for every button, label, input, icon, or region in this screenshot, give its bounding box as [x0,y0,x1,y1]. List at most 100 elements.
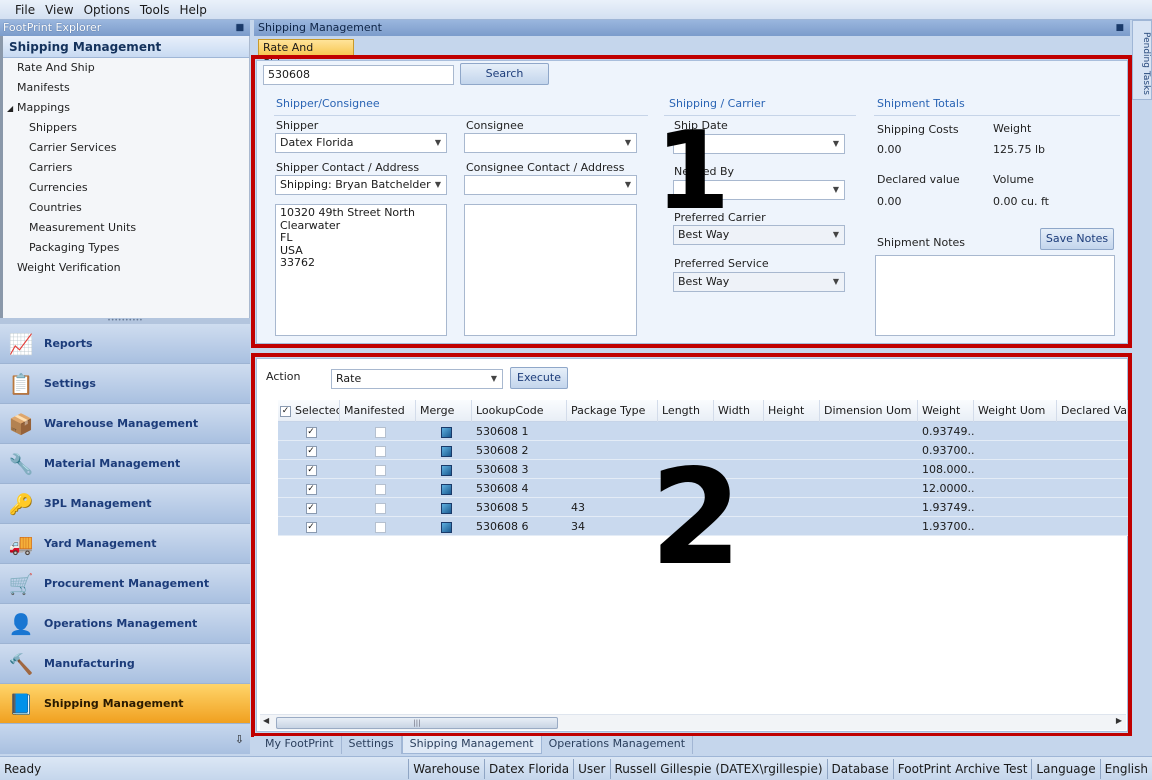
merge-icon[interactable] [440,464,452,476]
manifested-checkbox[interactable] [374,426,386,438]
bottom-tab[interactable]: Settings [342,736,402,754]
nav-item[interactable]: 🛒 Procurement Management [0,564,250,604]
chevron-down-icon[interactable]: ▼ [486,370,502,388]
consignee-contact-select[interactable]: ▼ [464,175,637,195]
scroll-right-icon[interactable]: ▶ [1116,716,1122,725]
nav-item[interactable]: 🔑 3PL Management [0,484,250,524]
merge-icon[interactable] [440,502,452,514]
menu-file[interactable]: File [14,3,36,17]
tab-rate-and-ship[interactable]: Rate And Ship✕ [258,39,354,70]
nav-item[interactable]: 📈 Reports [0,324,250,364]
chevron-down-icon[interactable]: ▼ [430,176,446,194]
nav-item[interactable]: 🚚 Yard Management [0,524,250,564]
manifested-checkbox[interactable] [374,445,386,457]
column-header[interactable]: Declared Valu [1057,400,1128,422]
search-input[interactable]: 530608 [263,65,454,85]
nav-item[interactable]: 📦 Warehouse Management [0,404,250,444]
column-header[interactable]: LookupCode [472,400,567,422]
chevron-down-icon[interactable]: ▼ [828,226,844,244]
action-select[interactable]: Rate ▼ [331,369,503,389]
preferred-carrier-select[interactable]: Best Way ▼ [673,225,845,245]
chevron-down-icon[interactable]: ▼ [620,176,636,194]
chevron-down-icon[interactable]: ▼ [430,134,446,152]
nav-item[interactable]: 🔨 Manufacturing [0,644,250,684]
table-row[interactable]: ✓ 530608 2 0.93700... [278,441,1128,460]
merge-icon[interactable] [440,445,452,457]
manifested-checkbox[interactable] [374,502,386,514]
column-header[interactable]: Weight [918,400,974,422]
bottom-tab[interactable]: Shipping Management [401,736,542,754]
consignee-select[interactable]: ▼ [464,133,637,153]
tree-item[interactable]: Currencies [3,178,249,198]
bottom-tab[interactable]: Operations Management [542,736,694,754]
merge-icon[interactable] [440,521,452,533]
tree-item[interactable]: Shippers [3,118,249,138]
column-header[interactable]: Manifested [340,400,416,422]
column-header[interactable]: Height [764,400,820,422]
selected-checkbox[interactable]: ✓ [305,445,317,457]
consignee-address[interactable] [464,204,637,336]
tree-item[interactable]: Carriers [3,158,249,178]
column-header[interactable]: Package Type [567,400,658,422]
menu-options[interactable]: Options [83,3,131,17]
save-notes-button[interactable]: Save Notes [1040,228,1114,250]
selected-checkbox[interactable]: ✓ [305,521,317,533]
manifested-checkbox[interactable] [374,464,386,476]
execute-button[interactable]: Execute [510,367,568,389]
expand-arrow-icon[interactable]: ◢ [7,99,17,119]
select-all-checkbox[interactable]: ✓ [280,405,291,417]
selected-checkbox[interactable]: ✓ [305,483,317,495]
column-header[interactable]: Merge [416,400,472,422]
shipment-notes-input[interactable] [875,255,1115,336]
tree-item[interactable]: Countries [3,198,249,218]
chevron-down-icon[interactable]: ▼ [828,181,844,199]
pending-tasks-tab[interactable]: Pending Tasks [1132,20,1152,100]
nav-item[interactable]: 📋 Settings [0,364,250,404]
tree-item[interactable]: Packaging Types [3,238,249,258]
merge-icon[interactable] [440,426,452,438]
ship-date-picker[interactable]: ▼ [673,134,845,154]
column-header[interactable]: ✓ Selected [278,400,340,422]
shipper-contact-select[interactable]: Shipping: Bryan Batchelder ▼ [275,175,447,195]
pin-icon[interactable]: ■ [235,20,244,36]
tree-item[interactable]: Measurement Units [3,218,249,238]
needed-by-picker[interactable]: ▼ [673,180,845,200]
table-row[interactable]: ✓ 530608 1 0.93749... [278,422,1128,441]
horizontal-scrollbar[interactable]: ◀ ||| ▶ [260,714,1126,730]
selected-checkbox[interactable]: ✓ [305,426,317,438]
bottom-tab[interactable]: My FootPrint [258,736,342,754]
nav-item[interactable]: 🔧 Material Management [0,444,250,484]
table-row[interactable]: ✓ 530608 3 108.000... [278,460,1128,479]
tree-header[interactable]: Shipping Management [3,36,249,58]
scroll-left-icon[interactable]: ◀ [263,716,269,725]
nav-footer[interactable]: ⇩ [0,724,250,754]
table-row[interactable]: ✓ 530608 5 43 1.93749... [278,498,1128,517]
manifested-checkbox[interactable] [374,483,386,495]
menu-view[interactable]: View [44,3,74,17]
merge-icon[interactable] [440,483,452,495]
nav-item[interactable]: 📘 Shipping Management [0,684,250,724]
table-row[interactable]: ✓ 530608 4 12.0000... [278,479,1128,498]
shipper-address[interactable]: 10320 49th Street North Clearwater FL US… [275,204,447,336]
chevron-down-icon[interactable]: ▼ [828,135,844,153]
selected-checkbox[interactable]: ✓ [305,464,317,476]
column-header[interactable]: Dimension Uom [820,400,918,422]
preferred-service-select[interactable]: Best Way ▼ [673,272,845,292]
column-header[interactable]: Width [714,400,764,422]
chevron-down-icon[interactable]: ▼ [620,134,636,152]
menu-tools[interactable]: Tools [139,3,171,17]
chevron-down-icon[interactable]: ▼ [828,273,844,291]
shipper-select[interactable]: Datex Florida ▼ [275,133,447,153]
pin-icon[interactable]: ■ [1115,20,1124,36]
tree-item[interactable]: Carrier Services [3,138,249,158]
tree-item[interactable]: ◢ Mappings [3,98,249,118]
scroll-thumb[interactable]: ||| [276,717,558,729]
nav-item[interactable]: 👤 Operations Management [0,604,250,644]
chevron-down-icon[interactable]: ⇩ [235,733,244,746]
tree-item[interactable]: Weight Verification [3,258,249,278]
tree-item[interactable]: Rate And Ship [3,58,249,78]
table-row[interactable]: ✓ 530608 6 34 1.93700... [278,517,1128,536]
column-header[interactable]: Weight Uom [974,400,1057,422]
selected-checkbox[interactable]: ✓ [305,502,317,514]
column-header[interactable]: Length [658,400,714,422]
